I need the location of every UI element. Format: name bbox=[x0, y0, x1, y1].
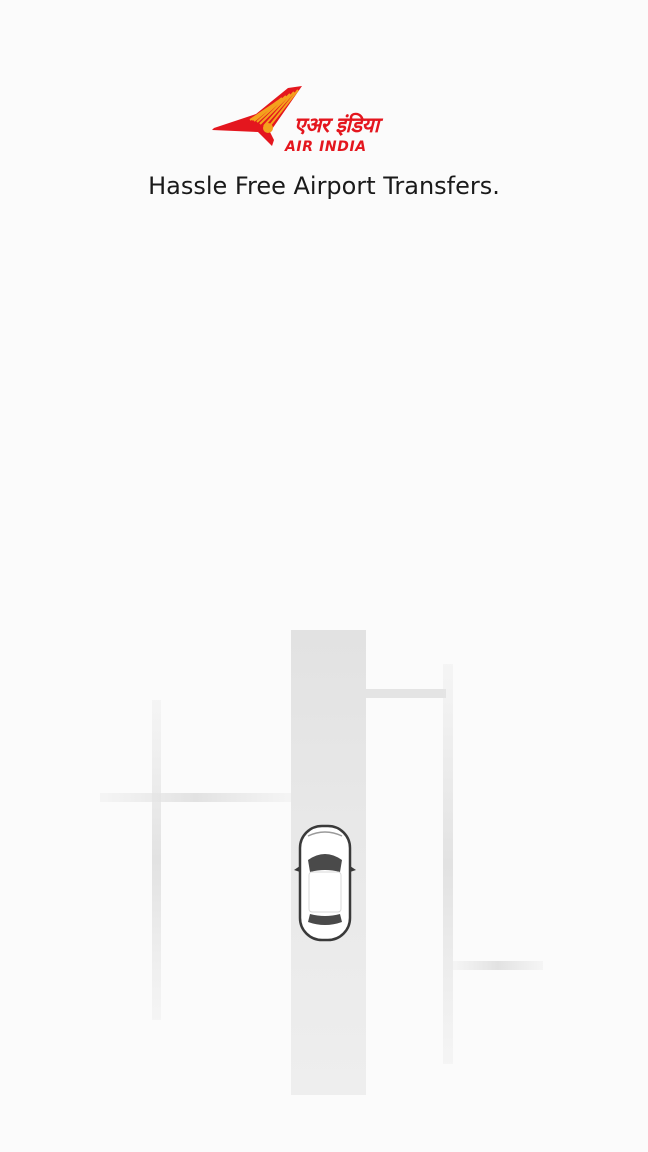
road-left-vertical bbox=[152, 700, 161, 1020]
air-india-logo: एअर इंडिया AIR INDIA bbox=[210, 84, 432, 158]
splash-screen: एअर इंडिया AIR INDIA Hassle Free Airport… bbox=[0, 0, 648, 1152]
tagline: Hassle Free Airport Transfers. bbox=[148, 172, 500, 200]
logo-hindi-text: एअर इंडिया bbox=[294, 113, 379, 137]
road-right-top bbox=[366, 689, 446, 698]
logo-english-text: AIR INDIA bbox=[285, 139, 367, 155]
car-top-view-icon bbox=[294, 824, 356, 942]
road-right-vertical bbox=[443, 664, 453, 1064]
road-map-illustration bbox=[0, 600, 648, 1120]
road-right-bottom bbox=[453, 961, 543, 970]
road-left-horizontal bbox=[100, 793, 292, 802]
